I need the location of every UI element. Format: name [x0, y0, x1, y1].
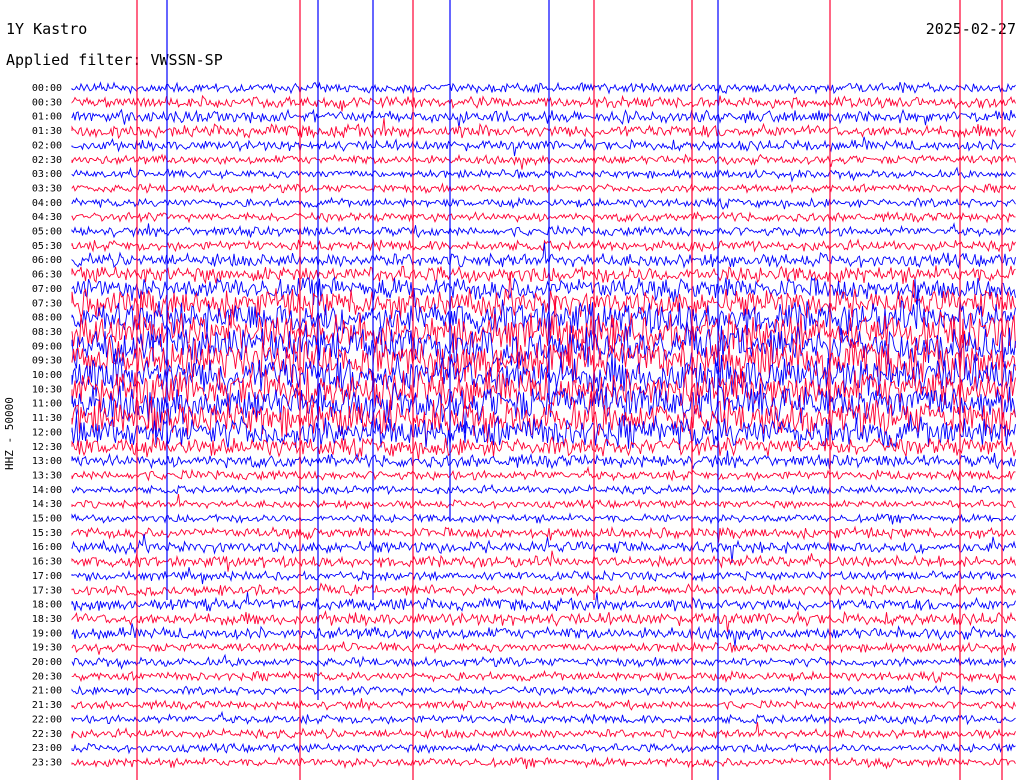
trace-line	[71, 567, 1016, 585]
trace-line	[71, 653, 1016, 670]
trace-line	[71, 742, 1016, 755]
trace-line	[71, 582, 1016, 597]
time-tick-label: 09:30	[32, 356, 62, 367]
trace-line	[71, 623, 1016, 647]
trace-line	[71, 265, 1016, 285]
time-tick-label: 08:00	[32, 313, 62, 324]
time-tick-label: 07:00	[32, 284, 62, 295]
time-tick-label: 06:30	[32, 270, 62, 281]
time-tick-label: 12:00	[32, 427, 62, 438]
time-tick-label: 03:00	[32, 169, 62, 180]
time-tick-label: 15:30	[32, 528, 62, 539]
trace-line	[71, 136, 1016, 157]
time-tick-label: 21:00	[32, 686, 62, 697]
time-tick-label: 11:00	[32, 399, 62, 410]
trace-line	[71, 166, 1016, 183]
time-tick-label: 12:30	[32, 442, 62, 453]
trace-line	[71, 494, 1016, 510]
time-tick-label: 04:30	[32, 212, 62, 223]
time-tick-label: 07:30	[32, 298, 62, 309]
trace-line	[71, 592, 1016, 612]
time-tick-label: 22:30	[32, 729, 62, 740]
time-tick-label: 20:00	[32, 657, 62, 668]
time-tick-label: 18:30	[32, 614, 62, 625]
time-tick-label: 14:00	[32, 485, 62, 496]
trace-line	[71, 669, 1016, 684]
time-tick-label: 00:00	[32, 83, 62, 94]
time-tick-label: 22:00	[32, 714, 62, 725]
time-tick-label: 20:30	[32, 671, 62, 682]
trace-line	[71, 684, 1016, 697]
trace-line	[71, 710, 1016, 726]
trace-line	[71, 641, 1016, 656]
trace-line	[71, 722, 1016, 740]
trace-line	[71, 196, 1016, 210]
time-tick-label: 14:30	[32, 499, 62, 510]
time-tick-label: 17:00	[32, 571, 62, 582]
time-tick-label: 16:00	[32, 542, 62, 553]
time-tick-label: 09:00	[32, 341, 62, 352]
trace-line	[71, 108, 1016, 129]
time-tick-label: 23:30	[32, 757, 62, 768]
time-tick-label: 19:00	[32, 628, 62, 639]
time-tick-label: 11:30	[32, 413, 62, 424]
time-tick-label: 02:30	[32, 155, 62, 166]
trace-line	[71, 222, 1016, 239]
time-tick-label: 03:30	[32, 183, 62, 194]
trace-line	[71, 81, 1016, 95]
time-tick-label: 15:00	[32, 514, 62, 525]
time-tick-label: 01:30	[32, 126, 62, 137]
time-tick-label: 05:00	[32, 227, 62, 238]
trace-line	[71, 118, 1016, 140]
trace-line	[71, 756, 1016, 770]
time-tick-label: 08:30	[32, 327, 62, 338]
helicorder-plot: 00:00 00:30 01:00 01:30 02:00 02:30 03:00 03:30…	[32, 0, 1016, 780]
trace-line	[71, 435, 1016, 462]
trace-line	[71, 182, 1016, 195]
trace-line	[71, 483, 1016, 496]
trace-line	[71, 512, 1016, 525]
time-tick-label: 06:00	[32, 255, 62, 266]
trace-line	[71, 94, 1016, 112]
time-tick-label: 10:00	[32, 370, 62, 381]
time-tick-label: 02:00	[32, 140, 62, 151]
time-tick-label: 16:30	[32, 557, 62, 568]
trace-line	[71, 698, 1016, 712]
time-tick-label: 05:30	[32, 241, 62, 252]
time-tick-label: 04:00	[32, 198, 62, 209]
time-tick-label: 10:30	[32, 384, 62, 395]
time-tick-label: 23:00	[32, 743, 62, 754]
trace-line	[71, 466, 1016, 482]
time-tick-label: 13:30	[32, 470, 62, 481]
trace-line	[71, 525, 1016, 543]
time-tick-label: 21:30	[32, 700, 62, 711]
time-tick-label: 18:00	[32, 600, 62, 611]
time-tick-label: 17:30	[32, 585, 62, 596]
time-tick-label: 00:30	[32, 97, 62, 108]
time-tick-label: 01:00	[32, 112, 62, 123]
trace-line	[71, 450, 1016, 470]
trace-line	[71, 210, 1016, 224]
time-tick-label: 13:00	[32, 456, 62, 467]
trace-line	[71, 550, 1016, 572]
time-tick-label: 19:30	[32, 643, 62, 654]
trace-line	[71, 153, 1016, 170]
